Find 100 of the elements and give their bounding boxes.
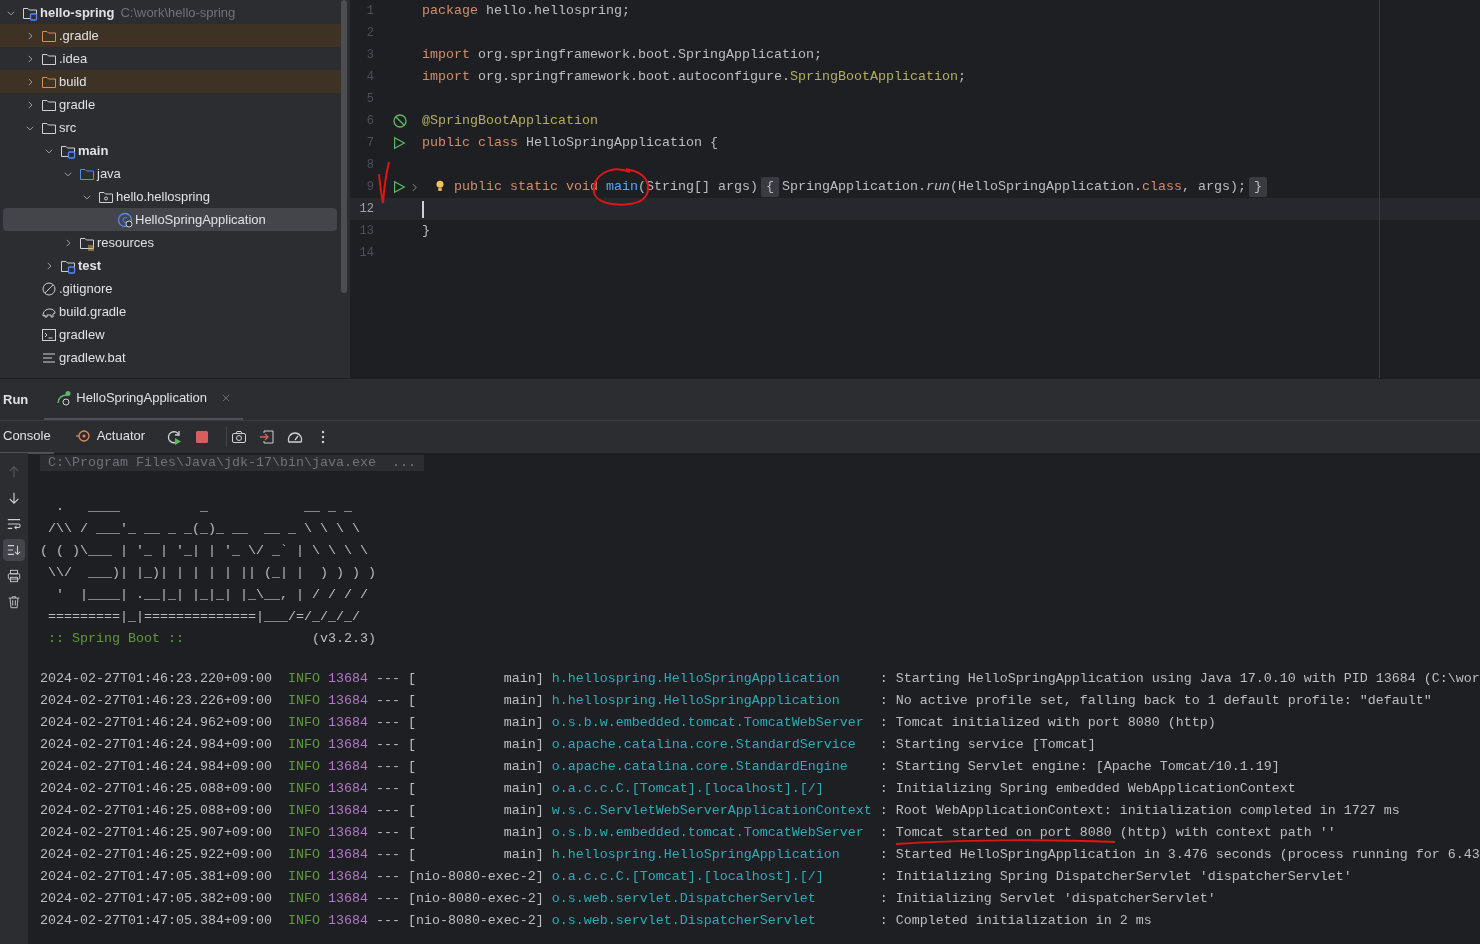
class-icon <box>117 211 133 228</box>
log-separator: --- <box>375 715 400 730</box>
log-separator: --- <box>375 891 400 906</box>
console-tab[interactable]: Actuator <box>71 420 149 454</box>
close-icon[interactable] <box>221 393 232 403</box>
chevron-right-icon[interactable] <box>410 182 419 192</box>
thread-name: [ main] <box>407 781 544 796</box>
chevron-right-icon[interactable] <box>63 237 73 248</box>
trash-icon <box>7 595 21 609</box>
tree-item[interactable]: test <box>0 254 341 277</box>
process-id: 13684 <box>327 825 368 840</box>
thread-name: [ main] <box>407 803 544 818</box>
tree-item[interactable]: .gradle <box>0 24 341 47</box>
code-line: package hello.hellospring; <box>421 2 630 20</box>
actuator-icon <box>74 428 91 444</box>
camera-icon[interactable] <box>231 429 248 445</box>
chevron-right-icon[interactable] <box>44 260 54 271</box>
tree-item[interactable]: hello-spring C:\work\hello-spring <box>0 1 341 24</box>
log-level: INFO <box>287 671 320 686</box>
log-message: : Starting HelloSpringApplication using Java 17.0.10 with PID 13684 (C:\wor <box>879 671 1480 686</box>
timestamp: 2024-02-27T01:46:23.226+09:00 <box>40 693 272 708</box>
tree-item[interactable]: .gitignore <box>0 277 341 300</box>
folded-code-marker[interactable]: } <box>1248 177 1267 197</box>
tree-item[interactable]: hello.hellospring <box>0 185 341 208</box>
scroll-to-end-icon <box>7 543 21 557</box>
process-id: 13684 <box>327 869 368 884</box>
log-message: : Starting Servlet engine: [Apache Tomcat/10.1.19] <box>879 759 1280 774</box>
tree-item[interactable]: resources <box>0 231 341 254</box>
timestamp: 2024-02-27T01:47:05.381+09:00 <box>40 869 272 884</box>
log-level: INFO <box>287 891 320 906</box>
run-icon[interactable] <box>392 136 406 150</box>
chevron-right-icon[interactable] <box>25 76 35 87</box>
scrollbar-thumb[interactable] <box>341 0 347 293</box>
log-message: : Starting service [Tomcat] <box>879 737 1096 752</box>
tree-item[interactable]: gradlew.bat <box>0 346 341 369</box>
log-message: : Root WebApplicationContext: initialization completed in 1727 ms <box>879 803 1400 818</box>
log-separator: --- <box>375 803 400 818</box>
log-level: INFO <box>287 803 320 818</box>
ignore-file-icon <box>41 280 57 297</box>
logger-name: o.s.web.servlet.DispatcherServlet <box>551 913 816 928</box>
version-text: (v3.2.3) <box>311 630 376 648</box>
log-level: INFO <box>287 693 320 708</box>
tree-item[interactable]: main <box>0 139 341 162</box>
thread-name: [ main] <box>407 847 544 862</box>
log-message: : Tomcat initialized with port 8080 (http) <box>879 715 1216 730</box>
chevron-right-icon[interactable] <box>25 30 35 41</box>
timestamp: 2024-02-27T01:46:25.907+09:00 <box>40 825 272 840</box>
logger-name: w.s.c.ServletWebServerApplicationContext <box>551 803 872 818</box>
stop-icon[interactable] <box>194 429 211 445</box>
scroll-down-icon <box>7 491 21 505</box>
tree-item[interactable]: gradle <box>0 93 341 116</box>
tree-item[interactable]: .idea <box>0 47 341 70</box>
tree-item[interactable]: src <box>0 116 341 139</box>
process-id: 13684 <box>327 715 368 730</box>
code-line: } <box>421 222 430 240</box>
log-level: INFO <box>287 869 320 884</box>
timestamp: 2024-02-27T01:47:05.384+09:00 <box>40 913 272 928</box>
log-level: INFO <box>287 737 320 752</box>
print-icon <box>7 569 21 583</box>
log-level: INFO <box>287 825 320 840</box>
log-separator: --- <box>375 913 400 928</box>
log-level: INFO <box>287 759 320 774</box>
timestamp: 2024-02-27T01:46:23.220+09:00 <box>40 671 272 686</box>
tree-item[interactable]: HelloSpringApplication <box>3 208 337 231</box>
logger-name: o.apache.catalina.core.StandardEngine <box>551 759 848 774</box>
exit-icon[interactable] <box>259 429 276 445</box>
process-id: 13684 <box>327 803 368 818</box>
rerun-icon[interactable] <box>166 429 183 445</box>
bean-icon[interactable] <box>392 113 408 129</box>
chevron-right-icon[interactable] <box>25 53 35 64</box>
process-id: 13684 <box>327 781 368 796</box>
tree-item[interactable]: gradlew <box>0 323 341 346</box>
log-separator: --- <box>375 869 400 884</box>
log-separator: --- <box>375 671 400 686</box>
tree-item[interactable]: build <box>0 70 341 93</box>
banner-line: ' |____| .__|_| |_|_| |_\__, | / / / / <box>55 587 368 602</box>
scroll-to-end-button[interactable] <box>3 539 25 561</box>
logger-name: h.hellospring.HelloSpringApplication <box>551 671 840 686</box>
thread-name: [ main] <box>407 715 544 730</box>
scroll-up-icon <box>7 465 21 479</box>
tree-item[interactable]: build.gradle <box>0 300 341 323</box>
thread-name: [ main] <box>407 737 544 752</box>
chevron-right-icon[interactable] <box>25 99 35 110</box>
run-icon[interactable] <box>392 180 406 194</box>
banner-line: ( ( )\___ | '_ | '_| | '_ \/ _` | \ \ \ \ <box>40 543 368 558</box>
code-line: import org.springframework.boot.autoconfigure.SpringBootApplication; <box>421 68 966 86</box>
spring-run-icon <box>56 390 73 406</box>
folded-code-marker[interactable]: { <box>760 177 779 197</box>
log-message: : No active profile set, falling back to 1 default profile: "default" <box>879 693 1432 708</box>
process-id: 13684 <box>327 913 368 928</box>
log-message: : Completed initialization in 2 ms <box>879 913 1152 928</box>
banner-label: :: Spring Boot :: <box>47 630 185 648</box>
text-cursor <box>422 200 424 218</box>
tree-item[interactable]: java <box>0 162 341 185</box>
gauge-icon[interactable] <box>287 429 304 445</box>
logger-name: o.apache.catalina.core.StandardService <box>551 737 856 752</box>
log-message: : Initializing Spring DispatcherServlet 'dispatcherServlet' <box>879 869 1352 884</box>
logger-name: o.s.b.w.embedded.tomcat.TomcatWebServer <box>551 825 864 840</box>
process-id: 13684 <box>327 759 368 774</box>
banner-line: =========|_|==============|___/=/_/_/_/ <box>47 609 360 624</box>
